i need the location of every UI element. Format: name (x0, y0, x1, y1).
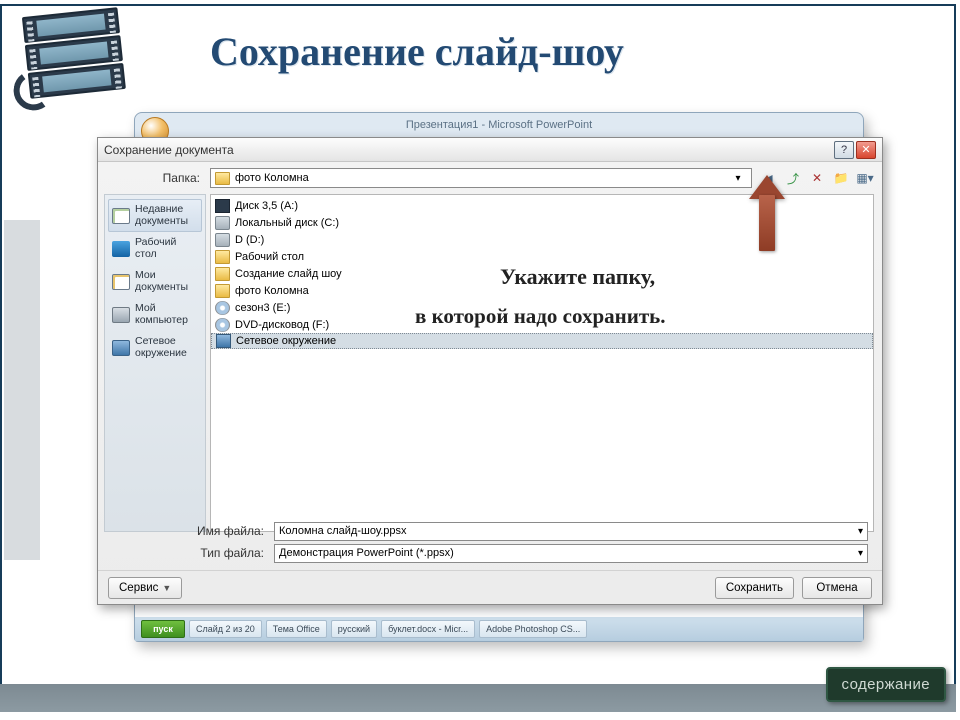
fold-icon (215, 267, 230, 281)
cd-icon (215, 318, 230, 332)
taskbar-item[interactable]: русский (331, 620, 377, 638)
net-icon (216, 334, 231, 348)
fold-icon (215, 250, 230, 264)
network-icon (112, 340, 130, 356)
place-desktop[interactable]: Рабочий стол (108, 232, 202, 265)
filename-value: Коломна слайд-шоу.ppsx (279, 525, 407, 537)
floppy-icon (215, 199, 230, 213)
views-icon[interactable]: ▦▾ (856, 169, 874, 187)
listing-label: Диск 3,5 (A:) (235, 200, 298, 212)
place-label: Недавние документы (135, 204, 198, 227)
filetype-value: Демонстрация PowerPoint (*.ppsx) (279, 547, 454, 559)
filetype-input[interactable]: Демонстрация PowerPoint (*.ppsx) ▾ (274, 544, 868, 563)
fold-icon (215, 284, 230, 298)
help-button[interactable]: ? (834, 141, 854, 159)
listing-label: сезон3 (E:) (235, 302, 290, 314)
chevron-down-icon: ▼ (162, 583, 171, 593)
taskbar-item[interactable]: Тема Office (266, 620, 327, 638)
hdd-icon (215, 233, 230, 247)
close-button[interactable]: ✕ (856, 141, 876, 159)
listing-label: D (D:) (235, 234, 264, 246)
contents-button[interactable]: содержание (826, 667, 947, 702)
folder-icon (215, 172, 230, 185)
left-sidebar-hint (4, 220, 40, 560)
place-label: Рабочий стол (135, 237, 198, 260)
dialog-title: Сохранение документа (104, 143, 234, 157)
dialog-titlebar: Сохранение документа ? ✕ (98, 138, 882, 162)
start-button[interactable]: пуск (141, 620, 185, 638)
listing-label: Сетевое окружение (236, 335, 336, 347)
folder-label: Папка: (98, 171, 210, 185)
cancel-button[interactable]: Отмена (802, 577, 872, 599)
bottom-fields: Имя файла: Коломна слайд-шоу.ppsx ▾ Тип … (98, 520, 882, 568)
folder-value: фото Коломна (235, 172, 309, 184)
save-button[interactable]: Сохранить (715, 577, 794, 599)
desktop-icon (112, 241, 130, 257)
dialog-buttons: Сервис ▼ Сохранить Отмена (98, 570, 882, 604)
slide-title: Сохранение слайд-шоу (210, 28, 624, 75)
place-recent[interactable]: Недавние документы (108, 199, 202, 232)
listing-label: Рабочий стол (235, 251, 304, 263)
cd-icon (215, 301, 230, 315)
place-label: Мой компьютер (135, 303, 198, 326)
callout-text-1: Укажите папку, (500, 264, 655, 290)
places-bar: Недавние документы Рабочий стол Мои доку… (104, 194, 206, 532)
chevron-down-icon[interactable]: ▾ (858, 548, 863, 559)
slide-bottom-bar (0, 684, 956, 712)
listing-label: Создание слайд шоу (235, 268, 342, 280)
taskbar-item[interactable]: буклет.docx - Micr... (381, 620, 475, 638)
listing-label: Локальный диск (C:) (235, 217, 339, 229)
delete-icon[interactable]: ✕ (808, 169, 826, 187)
place-network[interactable]: Сетевое окружение (108, 331, 202, 364)
save-label: Сохранить (726, 582, 783, 594)
powerpoint-title: Презентация1 - Microsoft PowerPoint (135, 119, 863, 131)
mydocs-icon (112, 274, 130, 290)
taskbar-item[interactable]: Слайд 2 из 20 (189, 620, 262, 638)
tools-label: Сервис (119, 582, 158, 594)
filename-input[interactable]: Коломна слайд-шоу.ppsx ▾ (274, 522, 868, 541)
place-label: Сетевое окружение (135, 336, 198, 359)
new-folder-icon[interactable]: 📁 (832, 169, 850, 187)
folder-combo[interactable]: фото Коломна ▾ (210, 168, 752, 188)
listing-row[interactable]: Сетевое окружение (211, 333, 873, 349)
hdd-icon (215, 216, 230, 230)
filetype-label: Тип файла: (98, 546, 274, 560)
computer-icon (112, 307, 130, 323)
listing-label: DVD-дисковод (F:) (235, 319, 329, 331)
up-icon[interactable]: ⤴ (784, 169, 802, 187)
cancel-label: Отмена (816, 582, 857, 594)
tools-button[interactable]: Сервис ▼ (108, 577, 182, 599)
place-computer[interactable]: Мой компьютер (108, 298, 202, 331)
windows-taskbar: пуск Слайд 2 из 20 Тема Office русский б… (135, 617, 863, 641)
filmstrip-icon (10, 6, 138, 102)
chevron-down-icon[interactable]: ▾ (729, 173, 747, 184)
callout-arrow-icon (749, 175, 785, 251)
chevron-down-icon[interactable]: ▾ (858, 526, 863, 537)
filename-label: Имя файла: (98, 524, 274, 538)
callout-text-2: в которой надо сохранить. (415, 304, 666, 329)
listing-label: фото Коломна (235, 285, 309, 297)
place-mydocs[interactable]: Мои документы (108, 265, 202, 298)
taskbar-item[interactable]: Adobe Photoshop CS... (479, 620, 587, 638)
recent-icon (112, 208, 130, 224)
place-label: Мои документы (135, 270, 198, 293)
